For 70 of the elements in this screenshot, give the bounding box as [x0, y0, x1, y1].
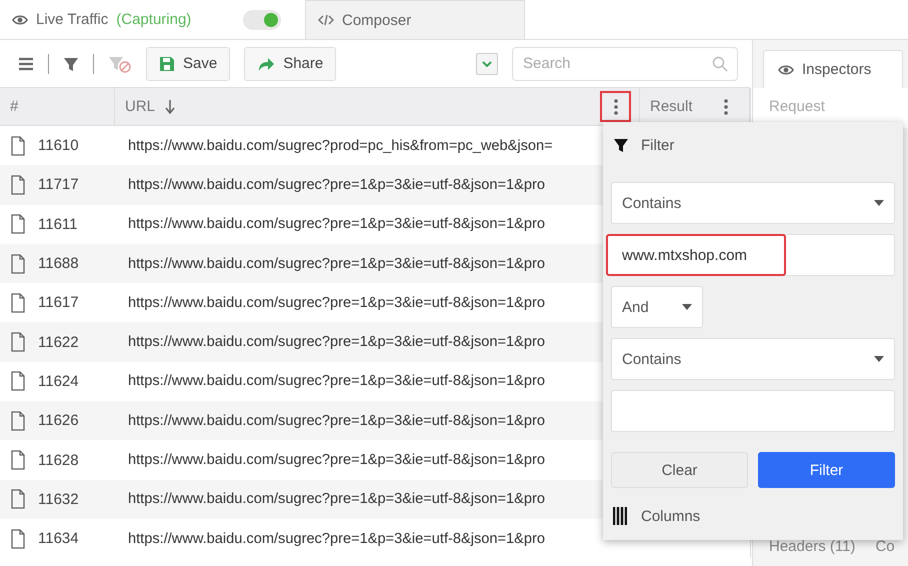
tab[interactable]: Composer [305, 0, 525, 39]
url-cell: https://www.baidu.com/sugrec?pre=1&p=3&ie=utf-8&json=1&pro [128, 491, 545, 508]
session-number: 11626 [38, 412, 79, 430]
popup-title: Filter [641, 136, 674, 154]
search-icon [712, 56, 728, 72]
url-cell: https://www.baidu.com/sugrec?pre=1&p=3&ie=utf-8&json=1&pro [128, 530, 545, 547]
inspectors-tab[interactable]: Inspectors [763, 50, 903, 88]
url-cell: https://www.baidu.com/sugrec?pre=1&p=3&ie=utf-8&json=1&pro [128, 176, 545, 193]
arrow-icon [257, 56, 276, 72]
document-icon [10, 371, 26, 392]
document-icon [10, 292, 26, 313]
session-number: 11634 [38, 530, 79, 548]
document-icon [10, 174, 26, 195]
search-field[interactable]: Search [512, 46, 738, 80]
clear-button[interactable]: Clear [611, 452, 748, 488]
document-icon [10, 254, 26, 274]
column-header[interactable]: Result [650, 98, 693, 115]
session-number: 11632 [38, 490, 79, 508]
columns-option[interactable]: Columns [641, 508, 700, 524]
document-icon [10, 489, 26, 510]
url-cell: https://www.baidu.com/sugrec?pre=1&p=3&ie=utf-8&json=1&pro [128, 294, 545, 311]
filter-value-field[interactable] [611, 390, 895, 432]
url-cell: https://www.baidu.com/sugrec?prod=pc_his&from=pc_web&json= [128, 138, 553, 154]
caret-icon [682, 304, 692, 310]
url-cell: https://www.baidu.com/sugrec?pre=1&p=3&ie=utf-8&json=1&pro [128, 334, 545, 350]
url-cell: https://www.baidu.com/sugrec?pre=1&p=3&ie=utf-8&json=1&pro [128, 256, 545, 272]
url-cell: https://www.baidu.com/sugrec?pre=1&p=3&ie=utf-8&json=1&pro [128, 373, 545, 390]
request-label: Request [769, 98, 825, 115]
document-icon [10, 214, 26, 234]
filter-icon [613, 137, 629, 153]
session-number: 11611 [38, 216, 78, 233]
capture-toggle[interactable] [243, 10, 281, 30]
columns-icon [613, 507, 627, 525]
document-icon [10, 136, 26, 156]
save-button[interactable]: Save [146, 46, 230, 80]
session-number: 11628 [38, 452, 79, 469]
chevron-icon [482, 60, 492, 66]
column-menu-button[interactable] [600, 91, 631, 122]
document-icon [10, 450, 26, 470]
share-button[interactable]: Share [244, 46, 336, 80]
tab[interactable]: Co [875, 538, 895, 555]
document-icon [10, 410, 26, 431]
session-number: 11717 [38, 176, 79, 194]
caret-icon [874, 200, 884, 206]
session-number: 11610 [38, 137, 79, 154]
filter-value-text: www.mtxshop.com [606, 234, 786, 276]
capture-status: (Capturing) [116, 11, 192, 28]
kebab-icon [612, 98, 618, 116]
column-header[interactable]: URL [125, 98, 156, 115]
filter-button[interactable]: Filter [758, 452, 895, 488]
document-icon [10, 332, 26, 352]
dropdown-button[interactable] [476, 52, 498, 74]
kebab-icon [722, 98, 728, 116]
operator-select[interactable]: And [611, 286, 703, 328]
code-icon [318, 13, 334, 27]
url-cell: https://www.baidu.com/sugrec?pre=1&p=3&ie=utf-8&json=1&pro [128, 452, 545, 468]
condition-select[interactable]: Contains [611, 182, 895, 224]
session-number: 11688 [38, 255, 79, 272]
url-cell: https://www.baidu.com/sugrec?pre=1&p=3&ie=utf-8&json=1&pro [128, 216, 545, 232]
caret-icon [874, 356, 884, 362]
filter-icon[interactable] [63, 56, 79, 72]
menu-icon[interactable] [18, 56, 34, 70]
url-cell: https://www.baidu.com/sugrec?pre=1&p=3&ie=utf-8&json=1&pro [128, 412, 545, 429]
tab[interactable]: Headers (11) [769, 538, 856, 555]
session-number: 11624 [38, 372, 79, 390]
condition-select[interactable]: Contains [611, 338, 895, 380]
document-icon [10, 528, 26, 549]
session-number: 11617 [38, 294, 79, 312]
session-number: 11622 [38, 334, 79, 351]
column-header[interactable]: # [10, 98, 18, 115]
